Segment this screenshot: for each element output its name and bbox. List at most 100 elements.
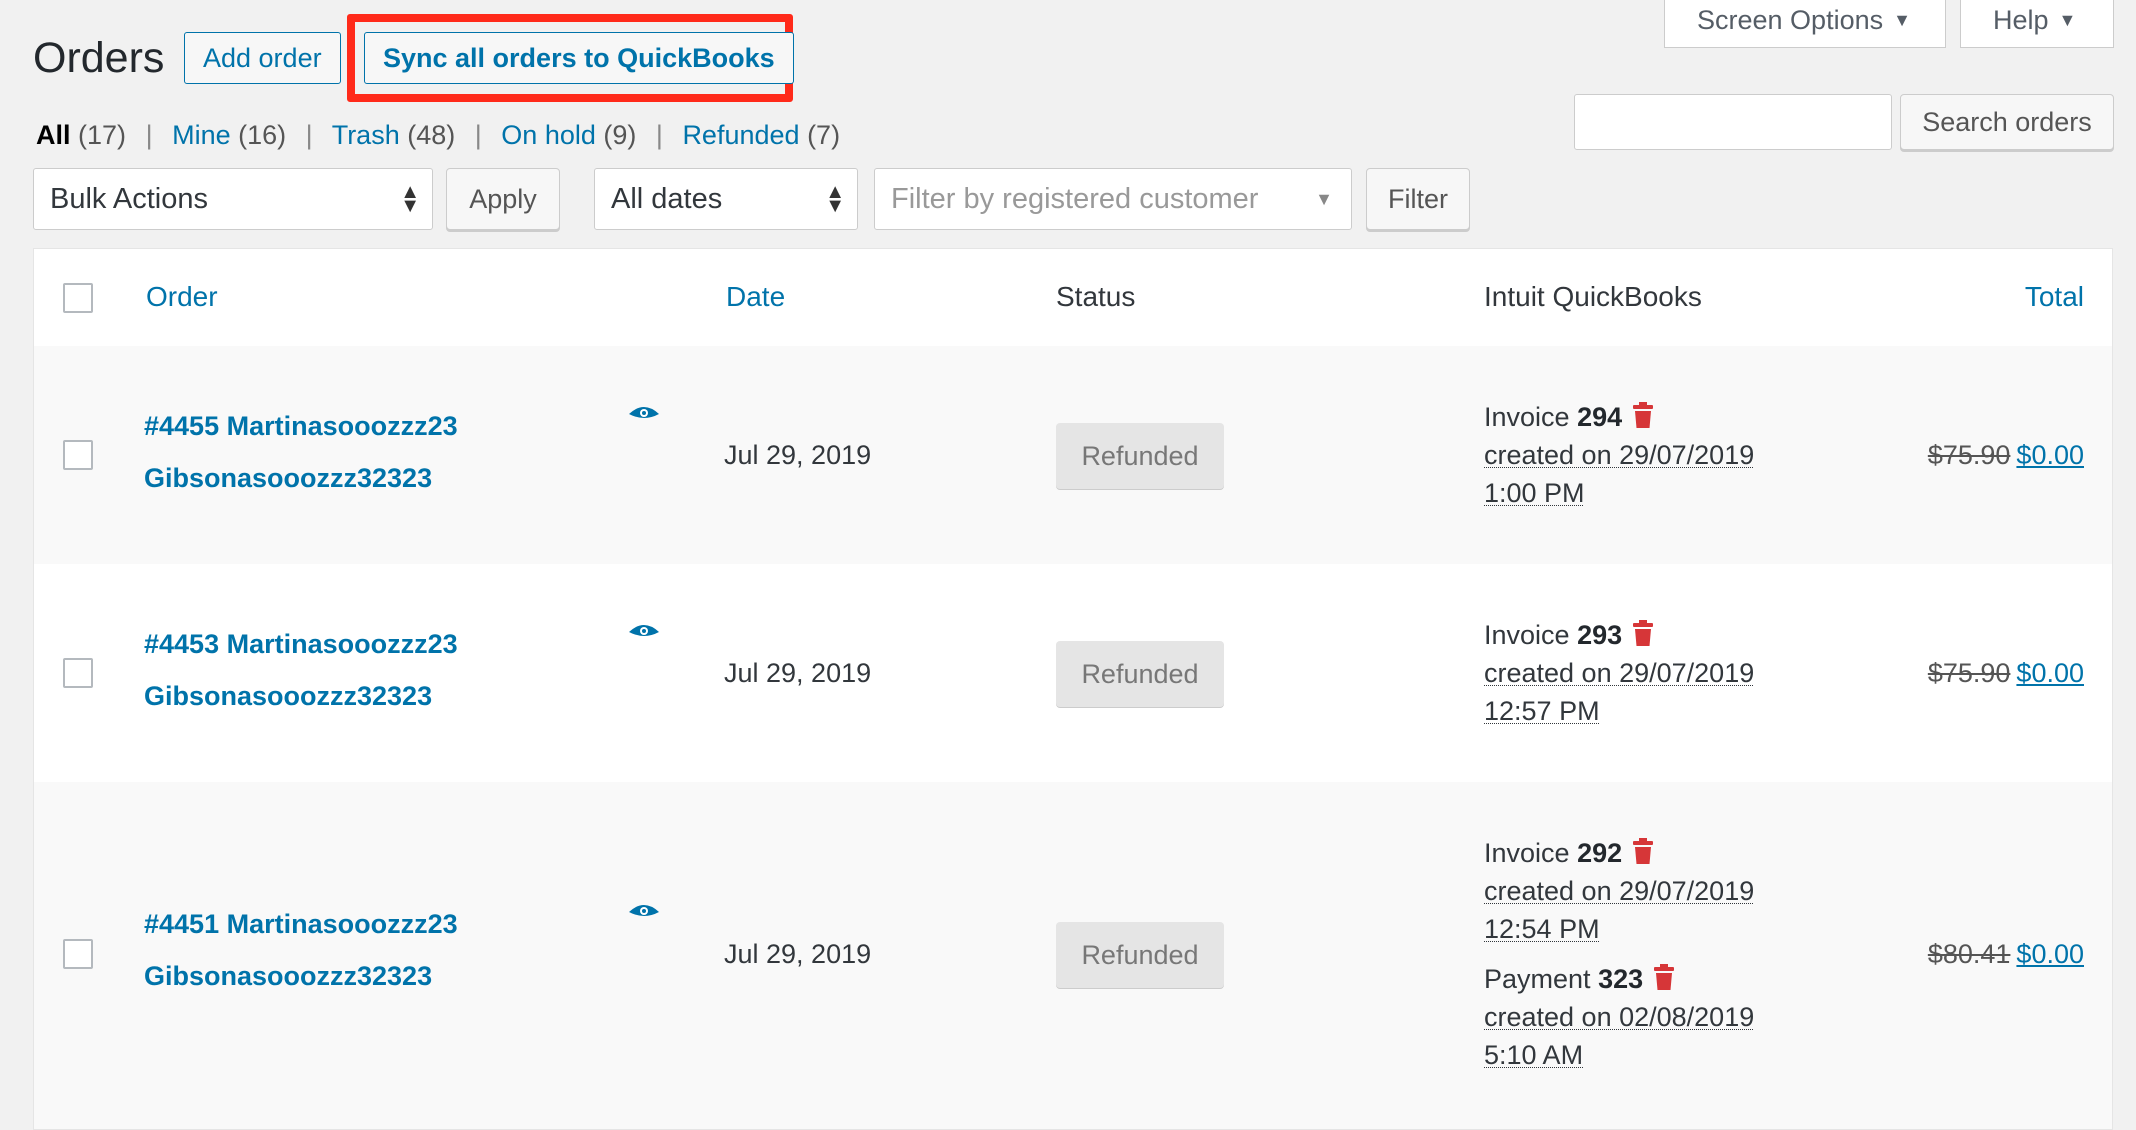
trash-icon[interactable] [1632,402,1654,428]
total-current: $0.00 [2016,939,2084,969]
preview-eye-icon[interactable] [628,404,660,424]
qb-doc-type: Invoice [1484,402,1570,432]
column-total[interactable]: Total [2025,281,2084,313]
order-link[interactable]: #4453 Martinasooozzz23 Gibsonasooozzz323… [144,618,564,722]
qb-doc: Invoice 292 created on 29/07/2019 12:54 … [1484,834,1844,948]
qb-created-time: 1:00 PM [1484,478,1585,508]
customer-filter-select[interactable]: Filter by registered customer ▼ [874,168,1352,230]
qb-created-date: created on 29/07/2019 [1484,876,1755,906]
apply-button[interactable]: Apply [446,168,560,230]
qb-created-date: created on 29/07/2019 [1484,440,1755,470]
order-surname: Gibsonasooozzz32323 [144,681,433,711]
table-row[interactable]: #4451 Martinasooozzz23 Gibsonasooozzz323… [34,782,2112,1129]
column-status: Status [1056,281,1136,312]
preview-eye-icon[interactable] [628,902,660,922]
order-date: Jul 29, 2019 [724,658,872,688]
qb-created-date: created on 02/08/2019 [1484,1002,1755,1032]
qb-doc: Invoice 294 created on 29/07/2019 1:00 P… [1484,398,1844,512]
view-trash-count: (48) [407,120,456,150]
status-badge: Refunded [1056,423,1224,489]
qb-created-time: 12:57 PM [1484,696,1600,726]
row-checkbox[interactable] [63,440,93,470]
bulk-actions-value: Bulk Actions [50,183,208,215]
add-order-button[interactable]: Add order [184,32,341,84]
view-separator: | [145,120,153,150]
qb-created-date: created on 29/07/2019 [1484,658,1755,688]
orders-table: Order Date Status Intuit QuickBooks Tota… [33,248,2113,1130]
column-quickbooks: Intuit QuickBooks [1484,281,1702,312]
search-orders-input[interactable] [1574,94,1892,150]
total-original: $75.90 [1927,658,2011,688]
order-link[interactable]: #4451 Martinasooozzz23 Gibsonasooozzz323… [144,898,564,1002]
total-current: $0.00 [2016,658,2084,688]
qb-created-time: 12:54 PM [1484,914,1600,944]
bulk-actions-select[interactable]: Bulk Actions ▲ ▼ [33,168,433,230]
caret-down-icon: ▼ [1893,10,1911,30]
view-on-hold[interactable]: On hold [501,120,596,150]
table-row[interactable]: #4455 Martinasooozzz23 Gibsonasooozzz323… [34,346,2112,564]
search-orders-button[interactable]: Search orders [1900,94,2114,150]
status-badge: Refunded [1056,922,1224,988]
row-checkbox[interactable] [63,658,93,688]
order-surname: Gibsonasooozzz32323 [144,463,433,493]
order-date: Jul 29, 2019 [724,440,872,470]
qb-doc-type: Invoice [1484,620,1570,650]
order-number-name: #4453 Martinasooozzz23 [144,629,458,659]
filter-button[interactable]: Filter [1366,168,1470,230]
view-mine[interactable]: Mine [172,120,231,150]
order-date: Jul 29, 2019 [724,939,872,969]
caret-down-icon: ▼ [2058,10,2077,30]
customer-filter-placeholder: Filter by registered customer [891,183,1259,215]
trash-icon[interactable] [1632,838,1654,864]
table-row[interactable]: #4453 Martinasooozzz23 Gibsonasooozzz323… [34,564,2112,782]
order-total: $75.90 $0.00 [1928,658,2084,689]
qb-created-time: 5:10 AM [1484,1040,1584,1070]
view-separator: | [474,120,482,150]
view-refunded-count: (7) [807,120,841,150]
order-status-views: All (17) | Mine (16) | Trash (48) | On h… [36,120,840,151]
qb-doc-number: 323 [1598,964,1644,994]
qb-doc-number: 293 [1577,620,1623,650]
view-refunded[interactable]: Refunded [682,120,799,150]
select-arrows-icon: ▲ ▼ [400,181,420,217]
select-arrows-icon: ▲ ▼ [825,181,845,217]
help-tab[interactable]: Help ▼ [1960,0,2114,48]
view-separator: | [305,120,313,150]
page-title: Orders [33,34,165,82]
preview-eye-icon[interactable] [628,622,660,642]
dates-select[interactable]: All dates ▲ ▼ [594,168,858,230]
qb-doc-number: 292 [1577,838,1623,868]
order-link[interactable]: #4455 Martinasooozzz23 Gibsonasooozzz323… [144,400,564,504]
help-label: Help [1993,5,2049,35]
column-order[interactable]: Order [146,281,218,313]
sync-quickbooks-button[interactable]: Sync all orders to QuickBooks [364,32,794,84]
quickbooks-info: Invoice 294 created on 29/07/2019 1:00 P… [1484,398,1844,512]
total-original: $80.41 [1927,939,2011,969]
column-date[interactable]: Date [726,281,785,313]
trash-icon[interactable] [1632,620,1654,646]
view-trash[interactable]: Trash [332,120,400,150]
caret-down-icon: ▼ [1315,189,1333,209]
select-all-checkbox[interactable] [63,283,93,313]
view-all-count: (17) [78,120,127,150]
status-badge: Refunded [1056,641,1224,707]
order-number-name: #4451 Martinasooozzz23 [144,909,458,939]
screen-options-tab[interactable]: Screen Options ▼ [1664,0,1946,48]
view-mine-count: (16) [238,120,287,150]
qb-doc-number: 294 [1577,402,1623,432]
qb-doc-type: Invoice [1484,838,1570,868]
order-total: $80.41 $0.00 [1928,939,2084,970]
row-checkbox[interactable] [63,939,93,969]
view-all[interactable]: All [36,120,71,150]
total-current: $0.00 [2016,440,2084,470]
quickbooks-info: Invoice 293 created on 29/07/2019 12:57 … [1484,616,1844,730]
screen-options-label: Screen Options [1697,5,1884,35]
qb-doc-type: Payment [1484,964,1591,994]
view-separator: | [655,120,663,150]
view-on-hold-count: (9) [603,120,637,150]
trash-icon[interactable] [1653,964,1675,990]
dates-value: All dates [611,183,723,215]
table-header: Order Date Status Intuit QuickBooks Tota… [34,249,2112,347]
total-original: $75.90 [1927,440,2011,470]
qb-doc: Invoice 293 created on 29/07/2019 12:57 … [1484,616,1844,730]
